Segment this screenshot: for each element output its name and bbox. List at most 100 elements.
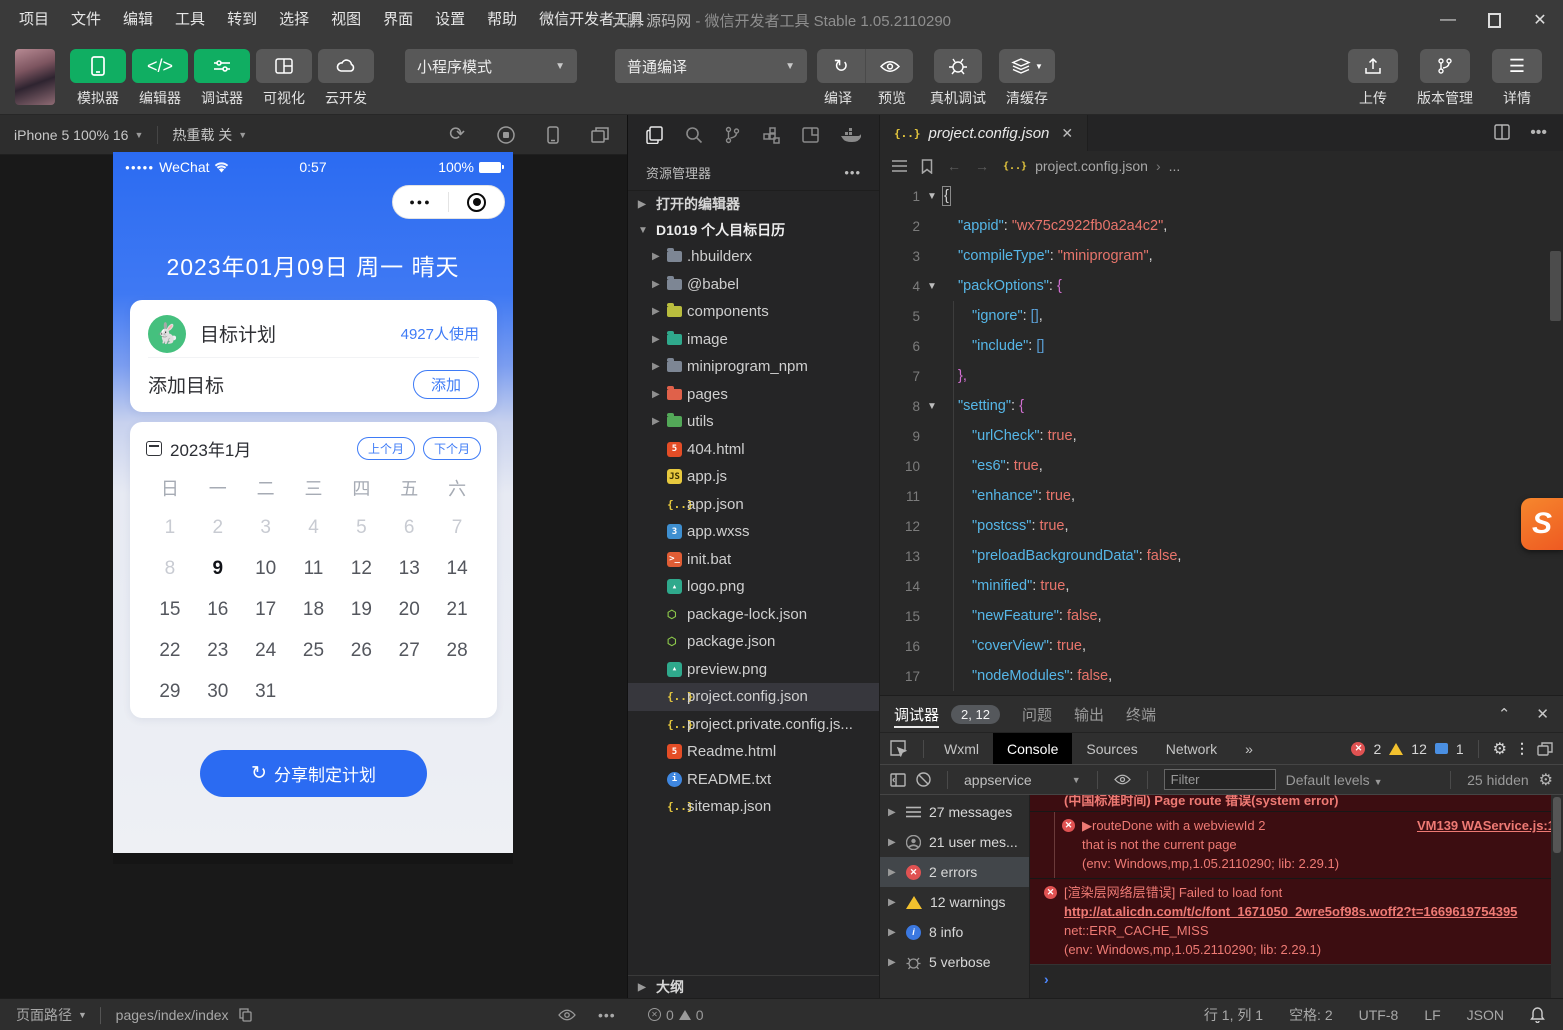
tree-item-components[interactable]: ▶components [628, 298, 879, 326]
code-line[interactable]: 14"minified": true, [880, 571, 1563, 601]
collapse-panel-icon[interactable]: ⌃ [1498, 705, 1511, 723]
calendar-day[interactable]: 30 [194, 671, 242, 712]
source-link[interactable]: VM139 WAService.js:1 [1417, 816, 1555, 835]
font-url-link[interactable]: http://at.alicdn.com/t/c/font_1671050_2w… [1064, 904, 1517, 919]
eye-watch-icon[interactable] [1114, 774, 1131, 785]
console-error-row[interactable]: ✕ [渲染层网络层错误] Failed to load font http://… [1030, 878, 1563, 964]
hot-reload-select[interactable]: 热重载 关▼ [158, 115, 261, 154]
menu-item[interactable]: 微信开发者工具 [528, 0, 655, 40]
console-settings-icon[interactable]: ⚙ [1539, 770, 1553, 790]
list-icon[interactable] [892, 160, 907, 172]
calendar-day[interactable]: 4 [290, 507, 338, 548]
details-button[interactable]: ☰ 详情 [1492, 49, 1542, 108]
tree-item-404-html[interactable]: 5404.html [628, 436, 879, 464]
calendar-day[interactable]: 27 [385, 630, 433, 671]
breadcrumb-file[interactable]: project.config.json [1035, 158, 1148, 174]
tree-item--babel[interactable]: ▶@babel [628, 271, 879, 299]
split-editor-icon[interactable] [1494, 124, 1510, 142]
menu-item[interactable]: 设置 [424, 0, 476, 40]
open-editors-section[interactable]: ▶ 打开的编辑器 [628, 191, 879, 217]
menu-item[interactable]: 转到 [216, 0, 268, 40]
chevron-right-icon[interactable]: ▶ [652, 389, 667, 400]
more-tabs-icon[interactable]: » [1231, 733, 1267, 764]
tab-console[interactable]: Console [993, 733, 1072, 764]
version-control-button[interactable]: 版本管理 [1417, 49, 1473, 108]
calendar-day[interactable]: 14 [433, 548, 481, 589]
code-line[interactable]: 8▼"setting": { [880, 391, 1563, 421]
calendar-day[interactable]: 10 [242, 548, 290, 589]
maximize-button[interactable] [1471, 0, 1517, 40]
device-frame-icon[interactable] [547, 126, 559, 144]
breadcrumb-more[interactable]: ... [1169, 158, 1181, 174]
code-line[interactable]: 10"es6": true, [880, 451, 1563, 481]
code-editor[interactable]: 1▼{2"appid": "wx75c2922fb0a2a4c2",3"comp… [880, 181, 1563, 695]
calendar-day[interactable]: 18 [290, 589, 338, 630]
code-line[interactable]: 6"include": [] [880, 331, 1563, 361]
menu-item[interactable]: 界面 [372, 0, 424, 40]
undock-icon[interactable] [1537, 742, 1553, 756]
calendar-day[interactable]: 5 [337, 507, 385, 548]
code-line[interactable]: 13"preloadBackgroundData": false, [880, 541, 1563, 571]
editor-layout-icon[interactable] [802, 127, 819, 143]
filter-warnings[interactable]: ▶12 warnings [880, 887, 1029, 917]
tree-item-package-json[interactable]: ⬡package.json [628, 628, 879, 656]
code-line[interactable]: 7}, [880, 361, 1563, 391]
calendar-day[interactable]: 22 [146, 630, 194, 671]
tree-item-readme-txt[interactable]: iREADME.txt [628, 766, 879, 794]
calendar-day[interactable]: 15 [146, 589, 194, 630]
add-goal-button[interactable]: 添加 [413, 370, 479, 399]
outline-section[interactable]: ▶ 大纲 [628, 975, 879, 998]
page-path-value[interactable]: pages/index/index [116, 1007, 229, 1023]
calendar-day[interactable]: 8 [146, 548, 194, 589]
calendar-day[interactable]: 13 [385, 548, 433, 589]
clear-console-icon[interactable] [916, 772, 931, 787]
calendar-day[interactable]: 1 [146, 507, 194, 548]
tree-item-app-js[interactable]: JSapp.js [628, 463, 879, 491]
calendar-day[interactable]: 2 [194, 507, 242, 548]
filter-all-messages[interactable]: ▶27 messages [880, 797, 1029, 827]
record-icon[interactable] [497, 126, 515, 144]
menu-item[interactable]: 视图 [320, 0, 372, 40]
tab-network[interactable]: Network [1152, 733, 1231, 764]
tree-item-init-bat[interactable]: >_init.bat [628, 546, 879, 574]
tab-project-config-json[interactable]: {..} project.config.json ✕ [880, 115, 1088, 151]
calendar-day[interactable]: 29 [146, 671, 194, 712]
explorer-icon[interactable] [646, 126, 663, 144]
console-filter-input[interactable] [1164, 769, 1276, 790]
tab-problems[interactable]: 问题 [1022, 704, 1052, 725]
extensions-icon[interactable] [763, 127, 780, 144]
filter-verbose[interactable]: ▶5 verbose [880, 947, 1029, 977]
remote-debug-button[interactable]: 真机调试 [930, 49, 986, 108]
calendar-day[interactable]: 20 [385, 589, 433, 630]
exit-button[interactable] [449, 193, 504, 212]
restart-icon[interactable]: ⟳ [449, 123, 465, 146]
code-line[interactable]: 15"newFeature": false, [880, 601, 1563, 631]
menu-item[interactable]: 文件 [60, 0, 112, 40]
log-levels-select[interactable]: Default levels ▼ [1286, 772, 1383, 788]
tree-item-image[interactable]: ▶image [628, 326, 879, 354]
kebab-menu-icon[interactable]: ⋮ [1515, 740, 1529, 757]
tree-item-pages[interactable]: ▶pages [628, 381, 879, 409]
close-tab-icon[interactable]: ✕ [1061, 125, 1073, 142]
tree-item-logo-png[interactable]: ▴logo.png [628, 573, 879, 601]
encoding-setting[interactable]: UTF-8 [1359, 1007, 1399, 1023]
tree-item-preview-png[interactable]: ▴preview.png [628, 656, 879, 684]
filter-errors[interactable]: ▶✕2 errors [880, 857, 1029, 887]
prev-month-button[interactable]: 上个月 [357, 437, 415, 460]
preview-button[interactable] [865, 49, 913, 83]
tree-item--hbuilderx[interactable]: ▶.hbuilderx [628, 243, 879, 271]
debugger-toggle[interactable]: 调试器 [194, 49, 250, 108]
chevron-right-icon[interactable]: ▶ [652, 251, 667, 262]
tree-item-miniprogram-npm[interactable]: ▶miniprogram_npm [628, 353, 879, 381]
chevron-right-icon[interactable]: ▶ [652, 416, 667, 427]
calendar-day[interactable]: 7 [433, 507, 481, 548]
cursor-position[interactable]: 行 1, 列 1 [1204, 1005, 1263, 1025]
tree-item-app-wxss[interactable]: 3app.wxss [628, 518, 879, 546]
expand-arrow-icon[interactable]: ▶ [1082, 818, 1092, 833]
eol-setting[interactable]: LF [1424, 1007, 1440, 1023]
calendar-day[interactable]: 26 [337, 630, 385, 671]
tree-item-app-json[interactable]: {..}app.json [628, 491, 879, 519]
next-month-button[interactable]: 下个月 [423, 437, 481, 460]
calendar-day[interactable]: 12 [337, 548, 385, 589]
console-scrollbar[interactable] [1551, 795, 1563, 998]
